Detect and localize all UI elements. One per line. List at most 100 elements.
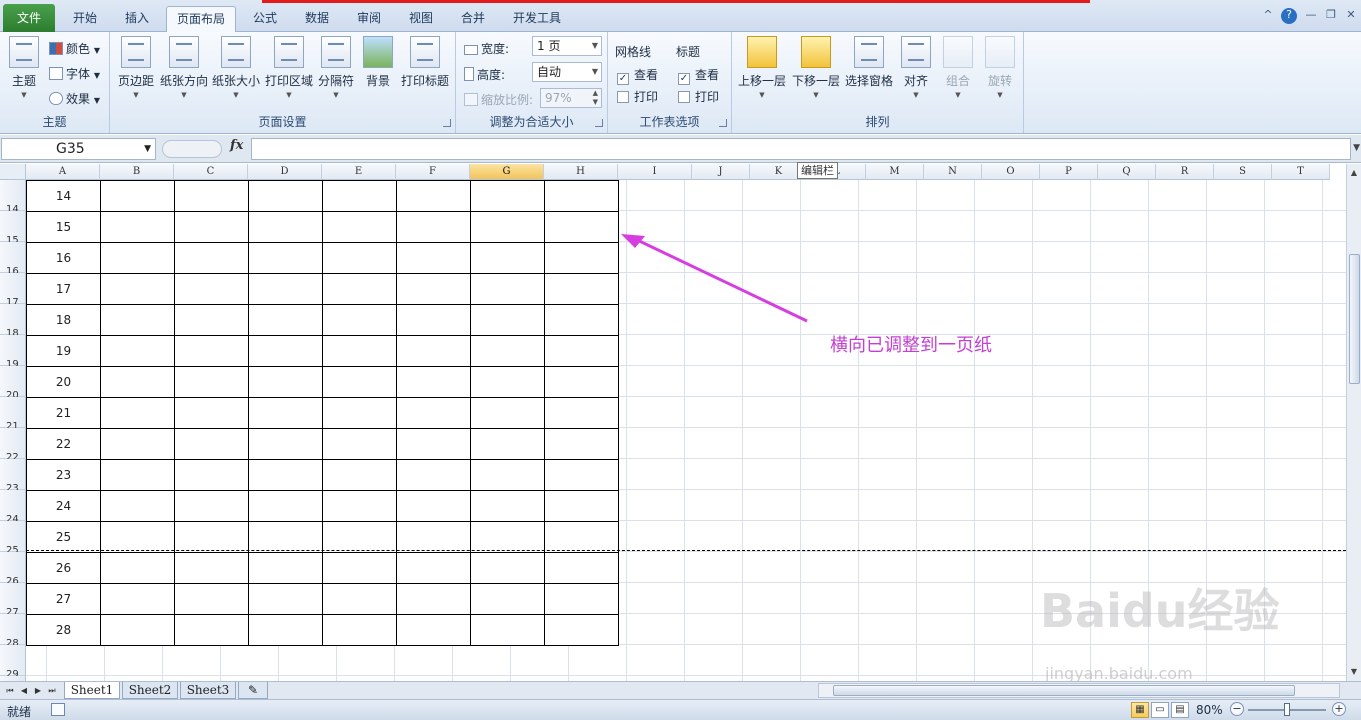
orientation-button[interactable]: 纸张方向 ▼ (160, 36, 208, 99)
column-header-c[interactable]: C (174, 164, 248, 180)
cell[interactable] (544, 366, 619, 398)
cell[interactable] (544, 273, 619, 305)
cell[interactable] (174, 304, 249, 336)
cell[interactable] (544, 304, 619, 336)
column-header-d[interactable]: D (248, 164, 322, 180)
cell[interactable] (100, 583, 175, 615)
cell[interactable]: 18 (26, 304, 101, 336)
cell[interactable] (470, 428, 545, 460)
cell[interactable] (100, 459, 175, 491)
cell[interactable] (396, 304, 471, 336)
cell[interactable] (396, 335, 471, 367)
formula-input[interactable] (251, 138, 1351, 160)
row-header-23[interactable]: 23 (0, 459, 26, 494)
column-header-r[interactable]: R (1156, 164, 1214, 180)
tab-view[interactable]: 视图 (398, 6, 444, 32)
gridlines-print-checkbox[interactable]: 打印 (617, 88, 658, 105)
cell[interactable] (174, 335, 249, 367)
print-titles-button[interactable]: 打印标题 (400, 36, 450, 89)
cell[interactable] (396, 242, 471, 274)
cell[interactable] (470, 180, 545, 212)
row-header-29[interactable]: 29 (0, 645, 26, 680)
first-sheet-icon[interactable]: ⏮ (4, 684, 16, 697)
dialog-launcher-icon[interactable] (719, 119, 727, 127)
cell[interactable] (544, 521, 619, 553)
themes-button[interactable]: 主题 ▼ (6, 36, 42, 99)
cell[interactable] (248, 397, 323, 429)
normal-view-icon[interactable]: ▦ (1131, 702, 1149, 718)
page-break-preview-icon[interactable]: ▤ (1171, 702, 1189, 718)
paper-size-button[interactable]: 纸张大小 ▼ (212, 36, 260, 99)
cell[interactable] (174, 614, 249, 646)
tab-formulas[interactable]: 公式 (242, 6, 288, 32)
cell[interactable] (174, 521, 249, 553)
cell[interactable] (174, 397, 249, 429)
cell[interactable] (248, 459, 323, 491)
insert-function-icon[interactable]: fx (230, 138, 243, 153)
cell[interactable]: 15 (26, 211, 101, 243)
cell[interactable] (248, 490, 323, 522)
cell[interactable]: 16 (26, 242, 101, 274)
page-layout-view-icon[interactable]: ▭ (1151, 702, 1169, 718)
row-header-16[interactable]: 16 (0, 242, 26, 277)
scale-spinner[interactable]: 97% ▲ ▼ (540, 88, 602, 108)
cell[interactable] (248, 180, 323, 212)
column-header-s[interactable]: S (1214, 164, 1272, 180)
cell[interactable] (248, 273, 323, 305)
column-header-p[interactable]: P (1040, 164, 1098, 180)
cell[interactable] (470, 242, 545, 274)
close-window-icon[interactable]: ✕ (1342, 8, 1360, 24)
margins-button[interactable]: 页边距 ▼ (116, 36, 156, 99)
cell[interactable]: 27 (26, 583, 101, 615)
row-header-22[interactable]: 22 (0, 428, 26, 463)
cell[interactable] (396, 521, 471, 553)
cell[interactable] (396, 583, 471, 615)
bring-forward-button[interactable]: 上移一层 ▼ (736, 36, 788, 99)
vertical-scrollbar[interactable]: ▲ ▼ (1346, 164, 1361, 681)
cell[interactable] (396, 180, 471, 212)
cell[interactable]: 26 (26, 552, 101, 584)
selection-pane-button[interactable]: 选择窗格 (844, 36, 894, 89)
cell[interactable] (174, 211, 249, 243)
cell[interactable] (470, 304, 545, 336)
cell[interactable] (248, 521, 323, 553)
fonts-button[interactable]: 字体 ▼ (49, 65, 100, 82)
row-header-28[interactable]: 28 (0, 614, 26, 649)
cell[interactable] (248, 583, 323, 615)
cell[interactable]: 17 (26, 273, 101, 305)
cell[interactable] (248, 335, 323, 367)
width-select[interactable]: 1 页 ▼ (532, 36, 602, 56)
cell[interactable] (174, 459, 249, 491)
cell[interactable] (100, 490, 175, 522)
name-box[interactable]: G35 ▼ (1, 138, 156, 160)
cell[interactable] (248, 304, 323, 336)
cell[interactable] (396, 397, 471, 429)
restore-window-icon[interactable]: ❐ (1322, 8, 1340, 24)
tab-data[interactable]: 数据 (294, 6, 340, 32)
cell[interactable] (248, 366, 323, 398)
cell[interactable] (322, 459, 397, 491)
cell[interactable] (470, 335, 545, 367)
formula-cancel-enter[interactable] (162, 140, 222, 158)
column-header-g[interactable]: G (470, 164, 544, 180)
cell[interactable] (396, 490, 471, 522)
column-header-m[interactable]: M (866, 164, 924, 180)
cell[interactable] (544, 242, 619, 274)
headings-view-checkbox[interactable]: ✓ 查看 (678, 66, 719, 85)
print-area-button[interactable]: 打印区域 ▼ (265, 36, 313, 99)
cell[interactable]: 28 (26, 614, 101, 646)
minimize-window-icon[interactable]: — (1302, 8, 1320, 24)
cell[interactable] (322, 521, 397, 553)
cell[interactable] (100, 428, 175, 460)
column-header-o[interactable]: O (982, 164, 1040, 180)
cell[interactable] (544, 459, 619, 491)
column-header-h[interactable]: H (544, 164, 618, 180)
column-header-a[interactable]: A (26, 164, 100, 180)
height-select[interactable]: 自动 ▼ (532, 62, 602, 82)
cell[interactable] (470, 614, 545, 646)
tab-review[interactable]: 审阅 (346, 6, 392, 32)
dialog-launcher-icon[interactable] (595, 119, 603, 127)
align-button[interactable]: 对齐 ▼ (898, 36, 934, 99)
horizontal-scroll-thumb[interactable] (833, 685, 1295, 696)
cell[interactable] (174, 180, 249, 212)
